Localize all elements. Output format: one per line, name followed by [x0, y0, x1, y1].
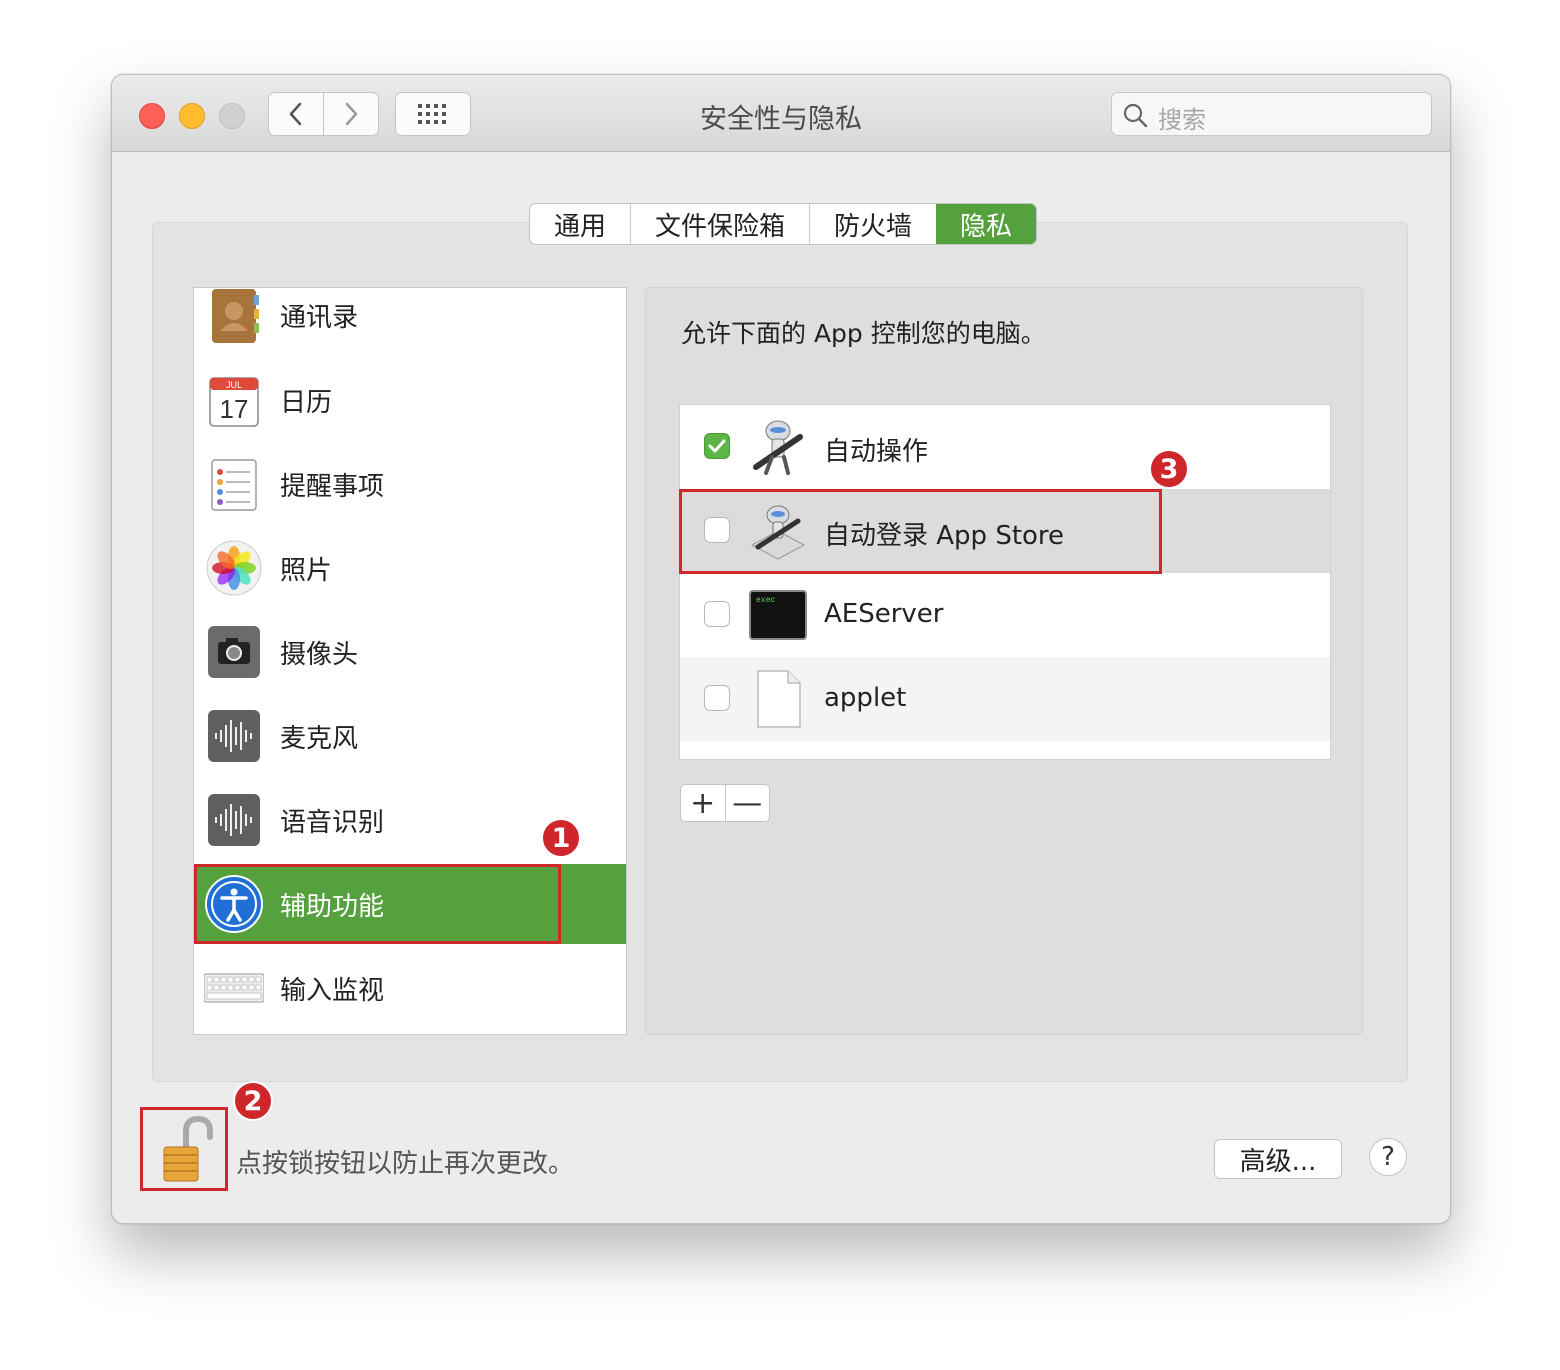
app-label: applet: [824, 683, 907, 713]
annotation-marker-3: 3: [1149, 449, 1189, 489]
sidebar-item-input-monitoring[interactable]: 输入监视: [194, 948, 626, 1028]
highlight-lock: [140, 1107, 228, 1191]
app-permission-panel: 允许下面的 App 控制您的电脑。 自动操作 自动登录 App Store ex…: [645, 287, 1363, 1035]
app-checkbox[interactable]: [704, 601, 730, 627]
app-row-applet[interactable]: applet: [680, 657, 1330, 741]
keyboard-icon: [204, 973, 264, 1003]
sidebar-item-label: 语音识别: [280, 807, 385, 838]
microphone-icon: [208, 710, 260, 762]
help-button[interactable]: ?: [1369, 1138, 1407, 1176]
title-bar: 安全性与隐私 搜索: [112, 75, 1450, 152]
sidebar-item-label: 提醒事项: [280, 471, 385, 502]
advanced-button[interactable]: 高级...: [1214, 1139, 1342, 1179]
sidebar-item-calendar[interactable]: JUL 17 日历: [194, 360, 626, 440]
sidebar-item-label: 照片: [280, 555, 333, 586]
app-row-aeserver[interactable]: exec AEServer: [680, 573, 1330, 657]
annotation-marker-2: 2: [233, 1081, 273, 1121]
calendar-day: 17: [220, 394, 249, 424]
sidebar-item-camera[interactable]: 摄像头: [194, 612, 626, 692]
sidebar-item-microphone[interactable]: 麦克风: [194, 696, 626, 776]
annotation-marker-1: 1: [541, 818, 581, 858]
panel-description: 允许下面的 App 控制您的电脑。: [681, 319, 1046, 348]
sidebar-item-reminders[interactable]: 提醒事项: [194, 444, 626, 524]
app-checkbox[interactable]: [704, 433, 730, 459]
tab-bar: 通用 文件保险箱 防火墙 隐私: [529, 203, 1038, 245]
camera-icon: [208, 626, 260, 678]
highlight-accessibility: [194, 864, 561, 944]
document-icon: [757, 670, 801, 728]
search-icon: [1123, 103, 1148, 128]
sidebar-item-label: 摄像头: [280, 639, 359, 670]
reminders-icon: [211, 459, 257, 511]
app-label: AEServer: [824, 599, 944, 629]
speech-recognition-icon: [208, 794, 260, 846]
highlight-app-row: [679, 489, 1162, 574]
photos-icon: [206, 540, 262, 596]
remove-button[interactable]: —: [724, 785, 770, 821]
tab-filevault[interactable]: 文件保险箱: [630, 204, 809, 244]
calendar-icon: JUL 17: [209, 377, 259, 427]
add-remove-buttons: + —: [680, 784, 770, 822]
checkmark-icon: [708, 439, 726, 453]
app-list[interactable]: 自动操作 自动登录 App Store exec AEServer applet: [679, 404, 1331, 760]
sidebar-item-label: 通讯录: [280, 302, 359, 333]
sidebar-item-photos[interactable]: 照片: [194, 528, 626, 608]
app-row-automator[interactable]: 自动操作: [680, 405, 1330, 489]
automator-icon: [753, 420, 803, 475]
add-button[interactable]: +: [681, 785, 725, 821]
app-checkbox[interactable]: [704, 685, 730, 711]
terminal-exec-icon: exec: [749, 590, 807, 640]
tab-general[interactable]: 通用: [530, 204, 630, 244]
lock-message: 点按锁按钮以防止再次更改。: [236, 1149, 575, 1179]
preferences-window: 安全性与隐私 搜索 通用 文件保险箱 防火墙 隐私 通讯录 JUL 17 日历 …: [111, 74, 1451, 1224]
tab-firewall[interactable]: 防火墙: [809, 204, 936, 244]
search-field[interactable]: 搜索: [1111, 92, 1432, 136]
sidebar-item-label: 输入监视: [280, 975, 385, 1006]
tab-privacy[interactable]: 隐私: [936, 204, 1037, 244]
contacts-icon: [212, 289, 259, 343]
search-placeholder: 搜索: [1158, 106, 1206, 134]
sidebar-item-contacts[interactable]: 通讯录: [194, 288, 626, 355]
sidebar-item-label: 日历: [280, 387, 333, 418]
sidebar-item-label: 麦克风: [280, 723, 359, 754]
calendar-month: JUL: [226, 380, 242, 390]
app-label: 自动操作: [824, 437, 929, 467]
exec-label: exec: [756, 596, 775, 605]
